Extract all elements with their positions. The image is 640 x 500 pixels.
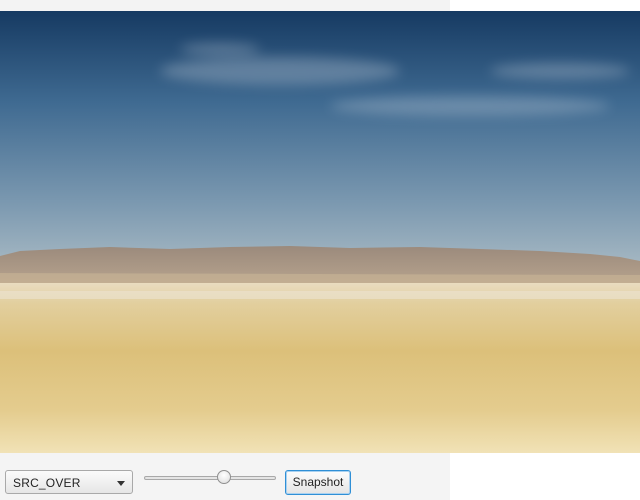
snapshot-button[interactable]: Snapshot <box>285 470 351 495</box>
bottom-blank-area <box>450 453 640 500</box>
slider-track[interactable] <box>144 476 276 480</box>
opacity-slider[interactable] <box>144 468 276 488</box>
top-blank-area <box>450 0 640 11</box>
image-view <box>0 11 640 453</box>
blend-mode-combobox[interactable]: SRC_OVER <box>5 470 133 494</box>
top-toolbar-strip <box>0 0 450 11</box>
slider-thumb[interactable] <box>217 470 231 484</box>
desert-landscape-image <box>0 11 640 453</box>
blend-mode-value: SRC_OVER <box>13 476 81 490</box>
chevron-down-icon <box>117 481 125 486</box>
